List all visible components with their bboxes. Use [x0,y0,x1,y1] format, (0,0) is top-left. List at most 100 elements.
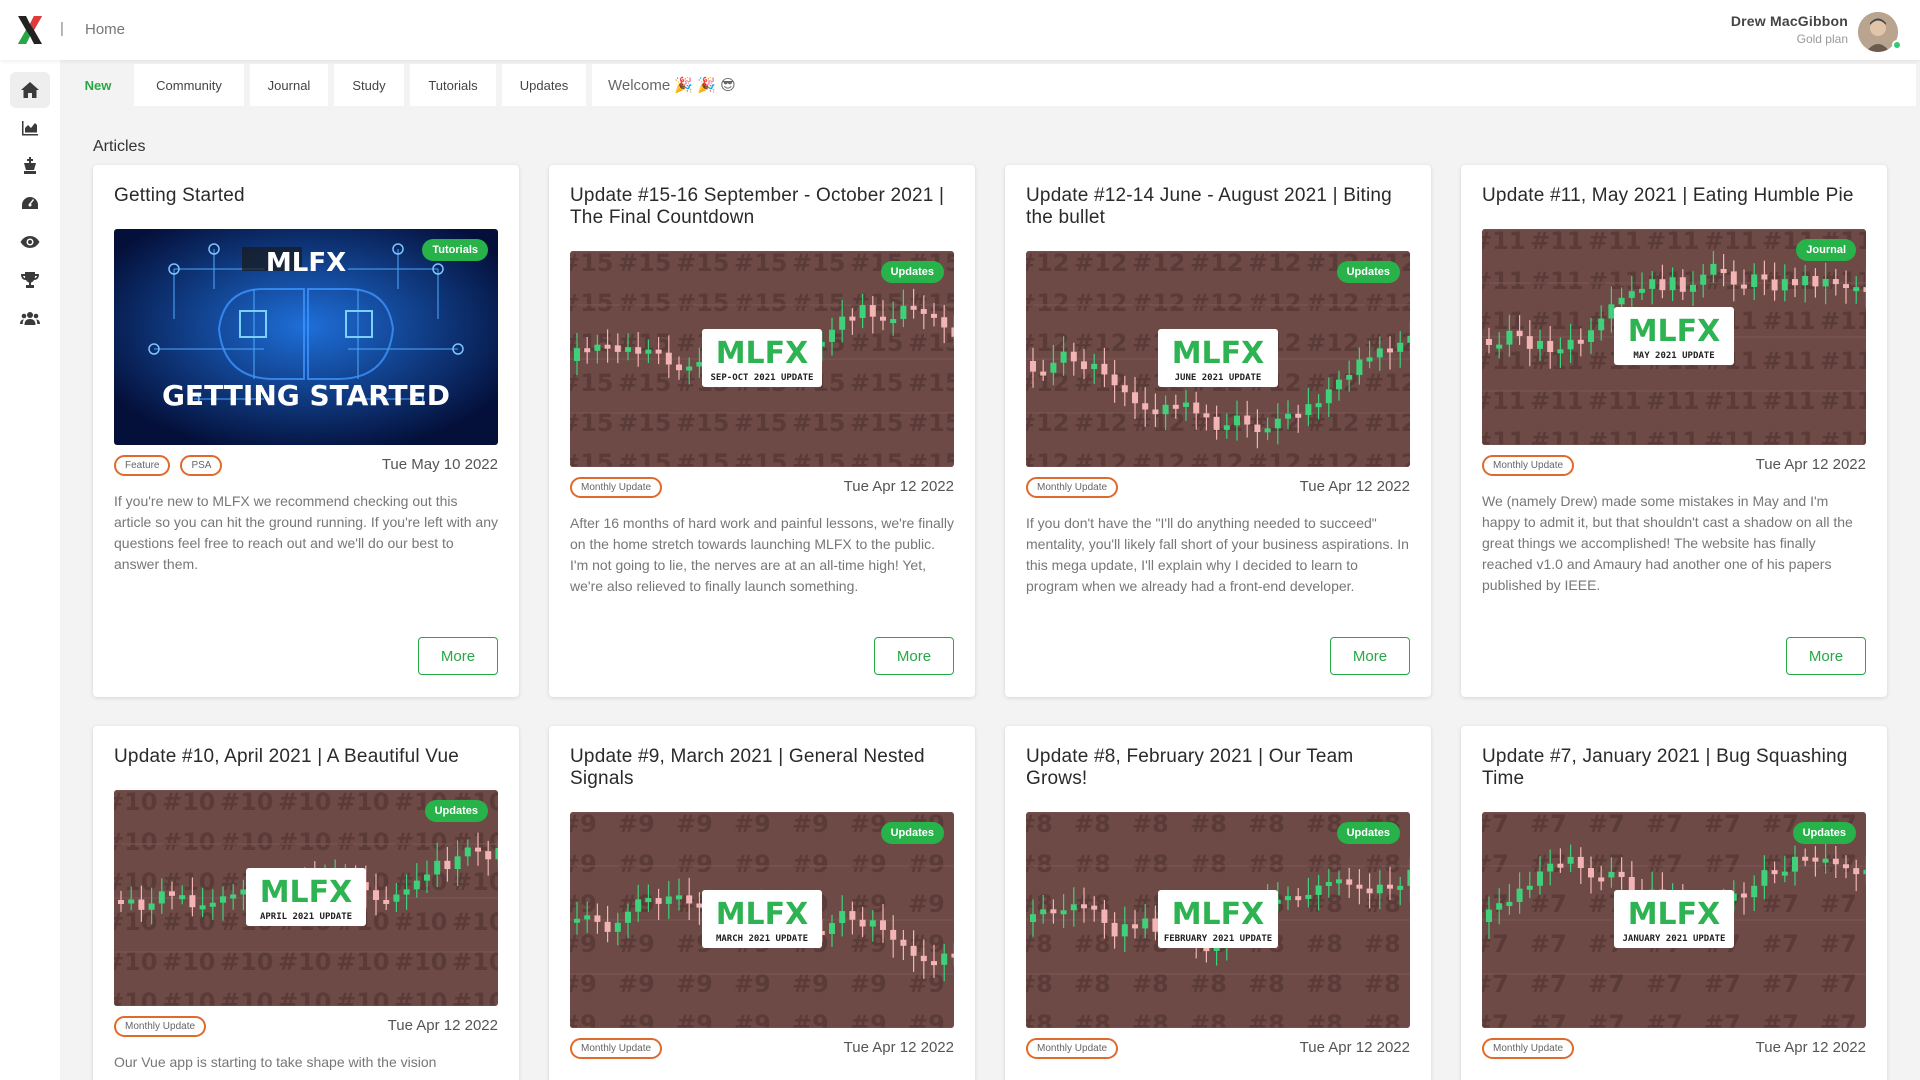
bg-hash-text: #10 [278,828,332,856]
tag-pill[interactable]: PSA [180,455,223,476]
article-thumbnail[interactable]: #7 #7 #7 #7 #7 #7 #7 #7 #7 #7 #7 #7 #7 #7 #7 #7 #7 #7 #7 #7… [1482,812,1866,1028]
category-badge[interactable]: Updates [880,261,944,283]
section-title: Articles [93,138,146,155]
eye-icon [20,236,40,248]
tab-new[interactable]: New [68,64,128,106]
user-info[interactable]: Drew MacGibbon Gold plan [1731,13,1848,46]
article-thumbnail[interactable]: MLFX GETTING STARTED Tutorials [114,229,498,445]
sidebar-item-watchlist[interactable] [10,224,50,260]
bg-hash-text: #10 [394,828,448,856]
article-thumbnail[interactable]: #10#10#10#10#10#10#10#10#10#10#10#10#10#… [114,790,498,1006]
tag-pill[interactable]: Monthly Update [1482,455,1575,476]
bg-hash-text: #15 [676,289,730,317]
article-thumbnail[interactable]: #8 #8 #8 #8 #8 #8 #8 #8 #8 #8 #8 #8 #8 #8 #8 #8 #8 #8 #8 #8… [1026,812,1410,1028]
bg-hash-text: #12 [1074,369,1128,397]
article-description: We (namely Drew) made some mistakes in M… [1482,493,1853,593]
tag-list: Monthly Update [114,1016,207,1037]
article-title[interactable]: Update #10, April 2021 | A Beautiful Vue [114,746,504,768]
article-date: Tue Apr 12 2022 [1755,1039,1866,1056]
article-title[interactable]: Getting Started [114,185,504,207]
article-card[interactable]: Update #9, March 2021 | General Nested S… [549,726,975,1080]
breadcrumb[interactable]: Home [85,21,125,38]
tab-tutorials[interactable]: Tutorials [410,64,496,106]
tag-list: Monthly Update [1482,1038,1575,1059]
bg-hash-text: #15 [676,251,730,277]
tab-updates[interactable]: Updates [502,64,586,106]
bg-hash-text: #11 [1646,229,1700,255]
bg-hash-text: #9 [850,890,887,918]
article-thumbnail[interactable]: #12#12#12#12#12#12#12#12#12#12#12#12#12#… [1026,251,1410,467]
bg-hash-text: #9 [792,850,829,878]
bg-hash-text: #8 [1306,890,1343,918]
category-badge[interactable]: Journal [1796,239,1856,261]
tag-pill[interactable]: Monthly Update [570,1038,663,1059]
bg-hash-text: #8 [1026,1010,1053,1028]
bg-hash-text: #11 [1588,427,1642,445]
sidebar-item-leaderboard[interactable] [10,262,50,298]
article-title[interactable]: Update #8, February 2021 | Our Team Grow… [1026,746,1416,790]
sidebar-item-community[interactable] [10,300,50,336]
article-title[interactable]: Update #7, January 2021 | Bug Squashing … [1482,746,1872,790]
category-badge[interactable]: Tutorials [422,239,488,261]
bg-hash-text: #7 [1530,890,1567,918]
bg-hash-text: #15 [908,329,954,357]
article-card[interactable]: Getting Started MLFX GETTING STARTED Tutori… [93,165,519,697]
bg-hash-text: #8 [1074,812,1111,838]
category-badge[interactable]: Updates [1792,822,1856,844]
article-card[interactable]: Update #12-14 June - August 2021 | Bitin… [1005,165,1431,697]
bg-hash-text: #9 [908,1010,945,1028]
sidebar-item-strategies[interactable] [10,148,50,184]
article-card[interactable]: Update #15-16 September - October 2021 |… [549,165,975,697]
category-badge[interactable]: Updates [424,800,488,822]
category-badge[interactable]: Updates [1336,261,1400,283]
more-button[interactable]: More [418,637,498,675]
tag-pill[interactable]: Monthly Update [1482,1038,1575,1059]
bg-hash-text: #11 [1530,347,1584,375]
article-description: If you don't have the "I'll do anything … [1026,515,1409,594]
article-thumbnail[interactable]: #9 #9 #9 #9 #9 #9 #9 #9 #9 #9 #9 #9 #9 #9 #9 #9 #9 #9 #9 #9… [570,812,954,1028]
bg-hash-text: #15 [618,449,672,467]
sidebar-item-charts[interactable] [10,110,50,146]
category-badge[interactable]: Updates [1336,822,1400,844]
bg-hash-text: #8 [1074,850,1111,878]
article-title[interactable]: Update #9, March 2021 | General Nested S… [570,746,960,790]
bg-hash-text: #7 [1646,1010,1683,1028]
article-card[interactable]: Update #8, February 2021 | Our Team Grow… [1005,726,1431,1080]
more-button[interactable]: More [1786,637,1866,675]
mlfx-logo-icon[interactable] [16,14,44,46]
tab-community[interactable]: Community [134,64,244,106]
tag-pill[interactable]: Monthly Update [570,477,663,498]
tab-journal[interactable]: Journal [250,64,328,106]
more-button[interactable]: More [1330,637,1410,675]
bg-hash-text: #12 [1074,329,1128,357]
bg-hash-text: #10 [162,828,216,856]
bg-hash-text: #7 [1704,850,1741,878]
article-thumbnail[interactable]: #11#11#11#11#11#11#11#11#11#11#11#11#11#… [1482,229,1866,445]
more-button[interactable]: More [874,637,954,675]
article-title[interactable]: Update #11, May 2021 | Eating Humble Pie [1482,185,1872,207]
bg-hash-text: #12 [1248,251,1302,277]
bg-hash-text: #12 [1364,289,1410,317]
tag-pill[interactable]: Monthly Update [1026,1038,1119,1059]
article-card[interactable]: Update #10, April 2021 | A Beautiful Vue… [93,726,519,1080]
bg-hash-text: #10 [394,908,448,936]
bg-hash-text: #10 [278,790,332,816]
article-card[interactable]: Update #11, May 2021 | Eating Humble Pie… [1461,165,1887,697]
article-title[interactable]: Update #12-14 June - August 2021 | Bitin… [1026,185,1416,229]
bg-hash-text: #7 [1482,812,1509,838]
bg-hash-text: #15 [570,449,614,467]
bg-hash-text: #15 [618,369,672,397]
tag-pill[interactable]: Monthly Update [1026,477,1119,498]
tab-study[interactable]: Study [334,64,404,106]
tag-pill[interactable]: Feature [114,455,171,476]
sidebar-item-home[interactable] [10,72,50,108]
sidebar-item-dashboard[interactable] [10,186,50,222]
article-card[interactable]: Update #7, January 2021 | Bug Squashing … [1461,726,1887,1080]
tag-pill[interactable]: Monthly Update [114,1016,207,1037]
bg-hash-text: #10 [394,988,448,1006]
bg-hash-text: #8 [1132,812,1169,838]
article-thumbnail[interactable]: #15#15#15#15#15#15#15#15#15#15#15#15#15#… [570,251,954,467]
category-badge[interactable]: Updates [880,822,944,844]
bg-hash-text: #12 [1132,289,1186,317]
article-title[interactable]: Update #15-16 September - October 2021 |… [570,185,960,229]
